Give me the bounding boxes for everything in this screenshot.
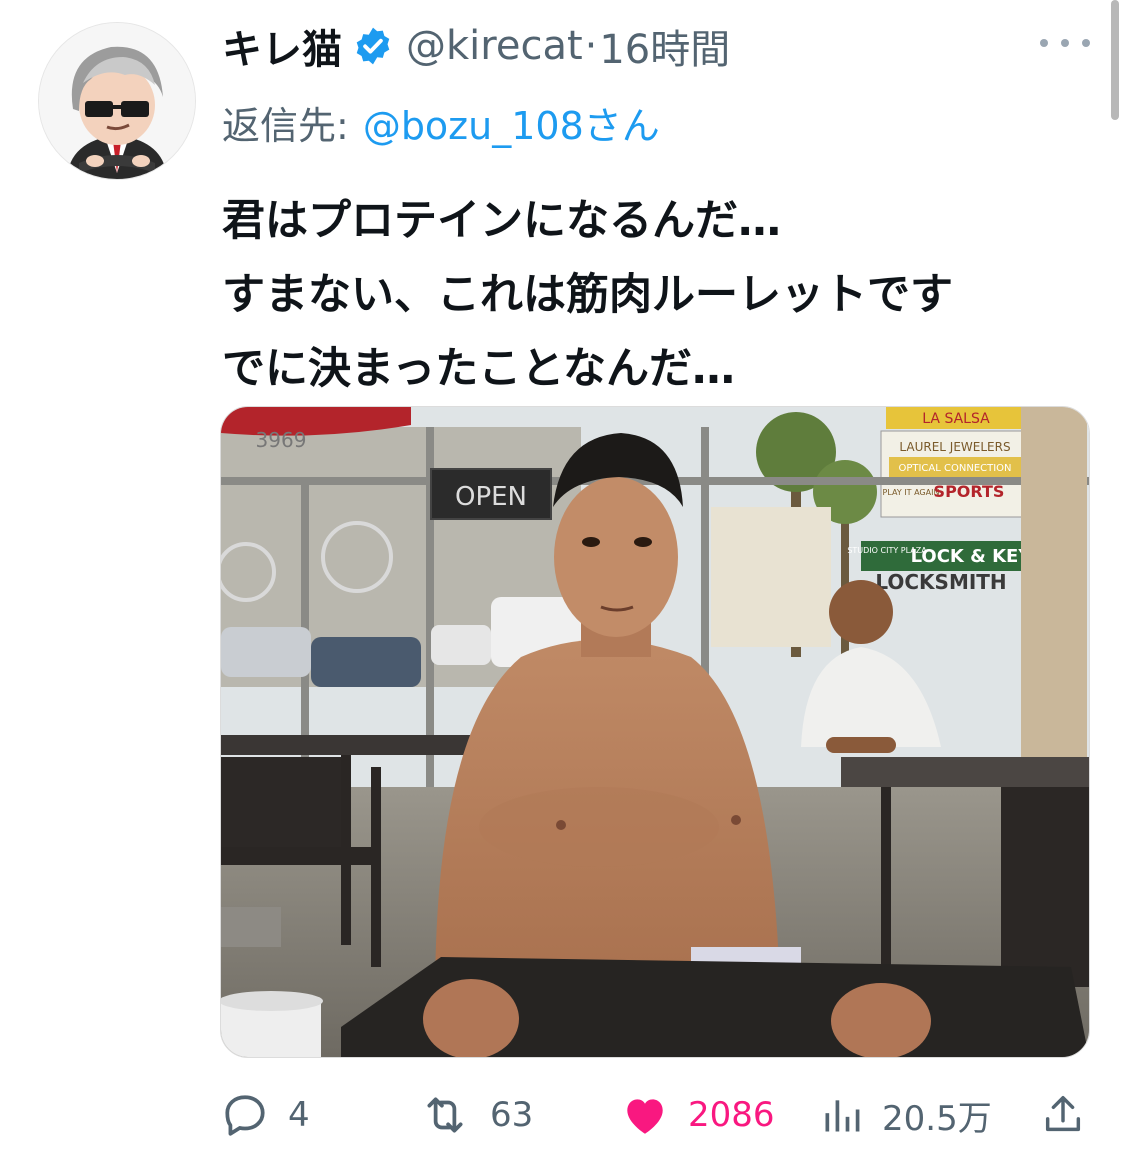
sign-play-it-again: PLAY IT AGAIN (883, 488, 940, 497)
tweet-action-bar: 4 63 2086 20.5万 (0, 1080, 1125, 1150)
reply-count: 4 (288, 1095, 310, 1135)
sign-open: OPEN (455, 482, 527, 512)
author-name[interactable]: キレ猫 (222, 17, 342, 75)
reply-context: 返信先: @bozu_108さん (222, 94, 660, 150)
reply-bubble-icon (225, 1095, 265, 1136)
tweet-text-line: すまない、これは筋肉ルーレットです (222, 270, 953, 320)
avatar-illustration (39, 23, 195, 179)
scrollbar[interactable] (1111, 0, 1119, 120)
views-bars-icon (825, 1100, 860, 1132)
sign-lock-key: LOCK & KEY (911, 546, 1033, 567)
views-button[interactable]: 20.5万 (820, 1080, 992, 1150)
sign-locksmith: LOCKSMITH (875, 570, 1006, 594)
verified-badge-icon (352, 25, 394, 67)
retweet-count: 63 (490, 1095, 534, 1135)
tweet-photo[interactable]: LA SALSA LAUREL JEWELERS OPTICAL CONNECT… (220, 406, 1090, 1058)
reply-handle-link[interactable]: @bozu_108さん (363, 95, 660, 150)
share-icon (1045, 1096, 1081, 1132)
sign-address: 3969 (256, 428, 307, 452)
views-count: 20.5万 (882, 1098, 992, 1139)
retweet-button[interactable]: 63 (418, 1080, 533, 1150)
separator-dot: · (584, 23, 598, 69)
reply-label: 返信先: (222, 103, 349, 148)
like-count: 2086 (688, 1095, 775, 1135)
tweet-text: 君はプロテインになるんだ… すまない、これは筋肉ルーレットです でに決まったこと… (222, 184, 1102, 406)
sign-la-salsa: LA SALSA (922, 411, 990, 427)
tweet-text-line: でに決まったことなんだ… (222, 344, 735, 394)
author-handle[interactable]: @kirecat (406, 23, 583, 69)
share-button[interactable] (1040, 1080, 1086, 1150)
like-button[interactable]: 2086 (620, 1080, 775, 1150)
sign-optical: OPTICAL CONNECTION (898, 463, 1011, 474)
tweet-header: キレ猫 @kirecat · 16時間 (222, 18, 730, 74)
heart-icon (627, 1099, 663, 1134)
timestamp[interactable]: 16時間 (599, 17, 730, 75)
retweet-icon (427, 1097, 463, 1133)
photo-scene: LA SALSA LAUREL JEWELERS OPTICAL CONNECT… (221, 407, 1089, 1057)
more-dots-icon[interactable] (1040, 28, 1090, 58)
reply-button[interactable]: 4 (220, 1080, 310, 1150)
tweet-text-line: 君はプロテインになるんだ… (222, 196, 781, 246)
sign-laurel-jewelers: LAUREL JEWELERS (899, 440, 1010, 454)
avatar[interactable] (38, 22, 196, 180)
